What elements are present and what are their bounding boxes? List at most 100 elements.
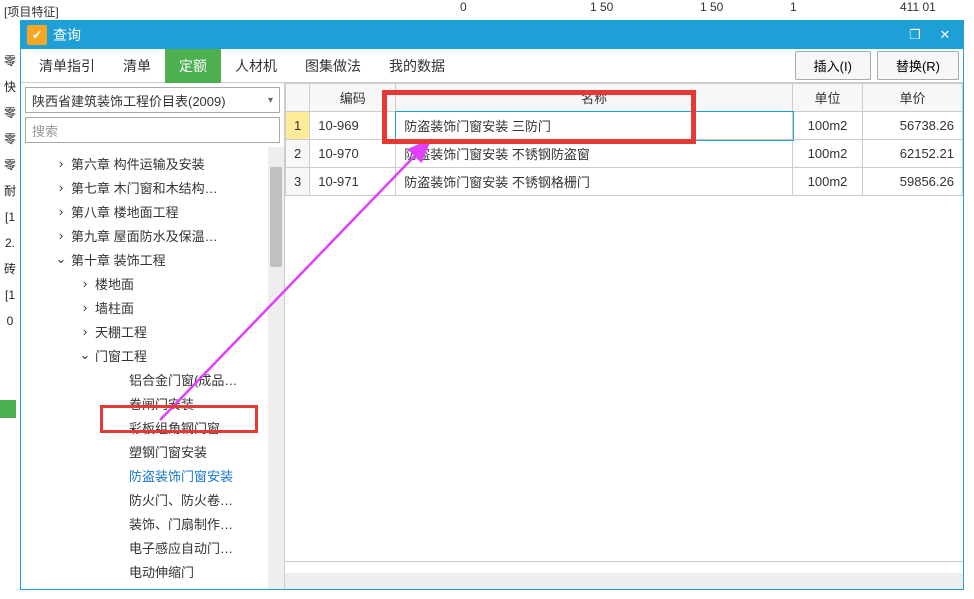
- bg-number: 411 01: [900, 0, 936, 14]
- tree-item-label: 第十章 装饰工程: [69, 250, 166, 269]
- expand-icon[interactable]: ›: [77, 276, 93, 291]
- th-price[interactable]: 单价: [863, 84, 963, 112]
- tree-item[interactable]: ⌄门窗工程: [21, 343, 284, 367]
- cell-price[interactable]: 56738.26: [863, 112, 963, 140]
- tree-item-label: 电子感应自动门…: [127, 538, 233, 557]
- tree-item-label: 铝合金门窗(成品…: [127, 370, 237, 389]
- cell-code[interactable]: 10-970: [310, 140, 396, 168]
- gutter-char: 零: [0, 104, 20, 122]
- tree-item[interactable]: 装饰、门扇制作…: [21, 511, 284, 535]
- expand-icon[interactable]: ›: [77, 300, 93, 315]
- th-rownum[interactable]: [286, 84, 310, 112]
- tree-item[interactable]: ›楼地面: [21, 271, 284, 295]
- tree-item-label: 第六章 构件运输及安装: [69, 154, 205, 173]
- tree-item-label: 卷闸门安装: [127, 394, 194, 413]
- tree-scrollbar[interactable]: [268, 147, 284, 589]
- row-number[interactable]: 2: [286, 140, 310, 168]
- left-panel: 陕西省建筑装饰工程价目表(2009) ▾ 搜索 ›第六章 构件运输及安装›第七章…: [21, 83, 285, 589]
- gutter-char: 耐: [0, 182, 20, 200]
- catalog-dropdown[interactable]: 陕西省建筑装饰工程价目表(2009) ▾: [25, 87, 280, 113]
- tree-item[interactable]: 电动伸缩门: [21, 559, 284, 583]
- replace-button[interactable]: 替换(R): [877, 51, 959, 80]
- left-gutter-text: 零 快 零 零 零 耐 [1 2. 砖 [1 0: [0, 52, 20, 338]
- search-input[interactable]: 搜索: [25, 117, 280, 143]
- tab-list[interactable]: 清单: [109, 49, 165, 83]
- bg-number: 1: [790, 0, 797, 14]
- tree-item[interactable]: ›第八章 楼地面工程: [21, 199, 284, 223]
- cell-price[interactable]: 62152.21: [863, 140, 963, 168]
- collapse-icon[interactable]: ⌄: [53, 251, 69, 267]
- tree-item-label: 门窗工程: [93, 346, 147, 365]
- tab-atlas[interactable]: 图集做法: [291, 49, 375, 83]
- tree-item[interactable]: ›第六章 构件运输及安装: [21, 151, 284, 175]
- collapse-icon[interactable]: ⌄: [77, 347, 93, 363]
- maximize-button[interactable]: ❐: [903, 26, 927, 44]
- cell-unit[interactable]: 100m2: [793, 168, 863, 196]
- expand-icon[interactable]: ›: [53, 204, 69, 219]
- tab-materials[interactable]: 人材机: [221, 49, 291, 83]
- insert-button[interactable]: 插入(I): [795, 51, 871, 80]
- cell-name[interactable]: 防盗装饰门窗安装 不锈钢格栅门: [396, 168, 793, 196]
- gutter-char: 零: [0, 156, 20, 174]
- horizontal-scrollbar[interactable]: [285, 573, 963, 589]
- tree-item[interactable]: ›墙柱面: [21, 295, 284, 319]
- grid-bottom-border: [285, 561, 963, 567]
- titlebar[interactable]: ✔ 查询 ❐ ✕: [21, 21, 963, 49]
- chevron-down-icon: ▾: [268, 95, 273, 106]
- tree-item-label: 墙柱面: [93, 298, 134, 317]
- row-number[interactable]: 1: [286, 112, 310, 140]
- tree-item[interactable]: ›第七章 木门窗和木结构…: [21, 175, 284, 199]
- tab-list-guide[interactable]: 清单指引: [25, 49, 109, 83]
- tree-item[interactable]: 彩板组角钢门窗…: [21, 415, 284, 439]
- query-window: ✔ 查询 ❐ ✕ 清单指引 清单 定额 人材机 图集做法 我的数据 插入(I) …: [20, 20, 964, 590]
- tree-container: ›第六章 构件运输及安装›第七章 木门窗和木结构…›第八章 楼地面工程›第九章 …: [21, 147, 284, 589]
- tree-item[interactable]: 塑钢门窗安装: [21, 439, 284, 463]
- row-number[interactable]: 3: [286, 168, 310, 196]
- tree-item[interactable]: 卷闸门安装: [21, 391, 284, 415]
- search-placeholder: 搜索: [32, 121, 58, 140]
- tree-item[interactable]: ›第九章 屋面防水及保温…: [21, 223, 284, 247]
- tree-item-label: 防火门、防火卷…: [127, 490, 233, 509]
- tree-item-label: 楼地面: [93, 274, 134, 293]
- tree-item[interactable]: 电子感应自动门…: [21, 535, 284, 559]
- tree-item[interactable]: 防盗装饰门窗安装: [21, 463, 284, 487]
- window-title: 查询: [53, 25, 903, 45]
- table-row[interactable]: 210-970防盗装饰门窗安装 不锈钢防盗窗100m262152.21: [286, 140, 963, 168]
- table-row[interactable]: 310-971防盗装饰门窗安装 不锈钢格栅门100m259856.26: [286, 168, 963, 196]
- tree-item[interactable]: 铝合金门窗(成品…: [21, 367, 284, 391]
- cell-price[interactable]: 59856.26: [863, 168, 963, 196]
- tree: ›第六章 构件运输及安装›第七章 木门窗和木结构…›第八章 楼地面工程›第九章 …: [21, 147, 284, 589]
- tree-item[interactable]: 防火门、防火卷…: [21, 487, 284, 511]
- cell-unit[interactable]: 100m2: [793, 140, 863, 168]
- bg-number: 1 50: [590, 0, 613, 14]
- tree-item-label: 彩板组角钢门窗…: [127, 418, 233, 437]
- cell-name[interactable]: 防盗装饰门窗安装 三防门: [396, 112, 793, 140]
- tab-quota[interactable]: 定额: [165, 49, 221, 83]
- expand-icon[interactable]: ›: [53, 180, 69, 195]
- cell-code[interactable]: 10-971: [310, 168, 396, 196]
- th-unit[interactable]: 单位: [793, 84, 863, 112]
- scrollbar-thumb[interactable]: [270, 167, 282, 267]
- cell-code[interactable]: 10-969: [310, 112, 396, 140]
- gutter-char: 零: [0, 130, 20, 148]
- close-button[interactable]: ✕: [933, 26, 957, 44]
- tree-item[interactable]: ›天棚工程: [21, 319, 284, 343]
- table-row[interactable]: 110-969防盗装饰门窗安装 三防门100m256738.26: [286, 112, 963, 140]
- cell-name[interactable]: 防盗装饰门窗安装 不锈钢防盗窗: [396, 140, 793, 168]
- green-row-marker: [0, 400, 16, 418]
- right-panel: 编码 名称 单位 单价 110-969防盗装饰门窗安装 三防门100m25673…: [285, 83, 963, 589]
- gutter-char: 砖: [0, 260, 20, 278]
- th-code[interactable]: 编码: [310, 84, 396, 112]
- expand-icon[interactable]: ›: [53, 228, 69, 243]
- tab-my-data[interactable]: 我的数据: [375, 49, 459, 83]
- expand-icon[interactable]: ›: [77, 324, 93, 339]
- tree-item[interactable]: 不锈钢板包门框…: [21, 583, 284, 589]
- results-table: 编码 名称 单位 单价 110-969防盗装饰门窗安装 三防门100m25673…: [285, 83, 963, 196]
- expand-icon[interactable]: ›: [53, 156, 69, 171]
- gutter-char: 0: [0, 312, 20, 330]
- cell-unit[interactable]: 100m2: [793, 112, 863, 140]
- tree-item-label: 第八章 楼地面工程: [69, 202, 179, 221]
- gutter-char: 快: [0, 78, 20, 96]
- th-name[interactable]: 名称: [396, 84, 793, 112]
- tree-item[interactable]: ⌄第十章 装饰工程: [21, 247, 284, 271]
